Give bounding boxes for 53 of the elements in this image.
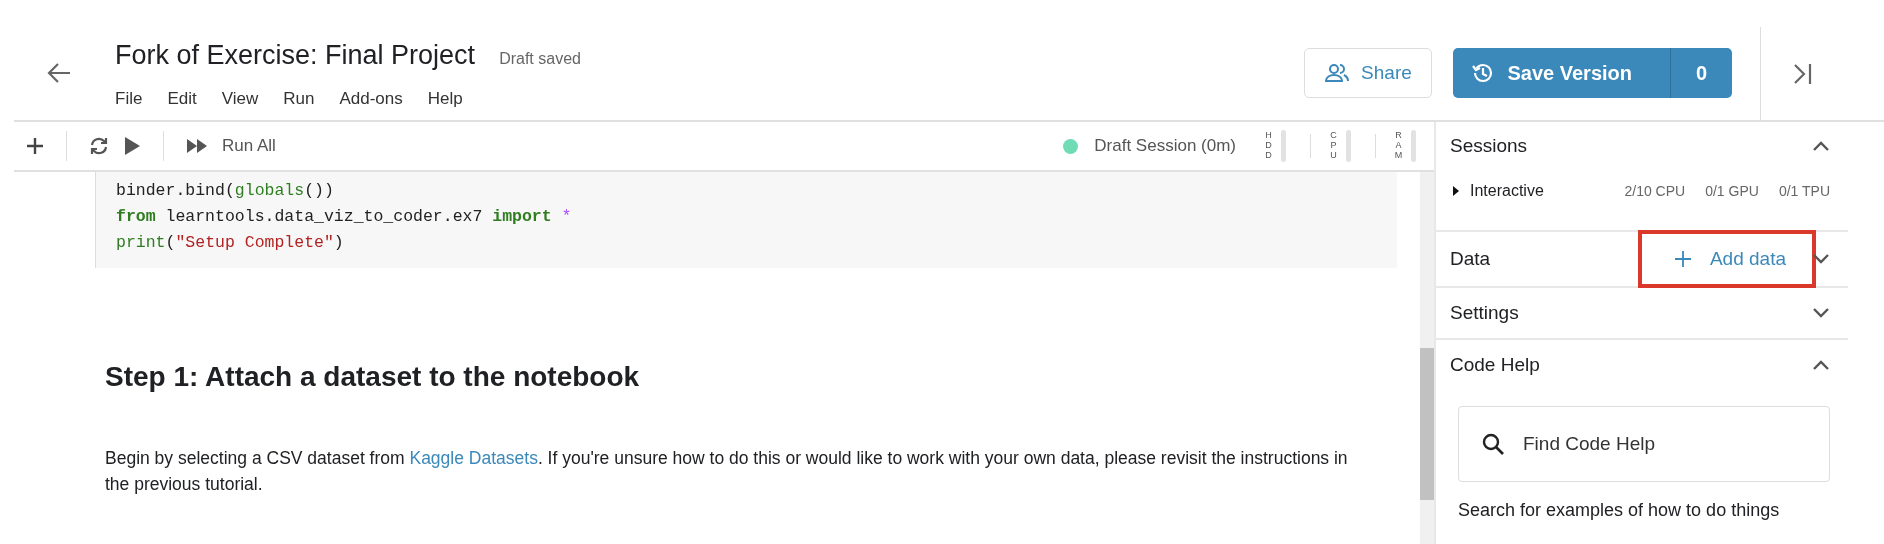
meter-bar — [1346, 130, 1351, 162]
back-arrow-icon[interactable] — [46, 62, 72, 84]
chevron-up-icon[interactable] — [1812, 359, 1830, 371]
add-data-button[interactable]: Add data — [1637, 230, 1816, 288]
save-version-label: Save Version — [1507, 61, 1632, 85]
add-cell-icon[interactable] — [26, 137, 44, 155]
panel-section-title[interactable]: Code Help — [1450, 354, 1540, 376]
version-count: 0 — [1694, 60, 1709, 86]
section-heading: Step 1: Attach a dataset to the notebook — [105, 361, 641, 393]
resource-usage: 0/1 GPU — [1705, 183, 1759, 199]
resource-usage: 2/10 CPU — [1624, 183, 1686, 199]
meter-label: CPU — [1329, 131, 1338, 161]
panel-section-title[interactable]: Data — [1450, 248, 1491, 270]
code-help-hint: Search for examples of how to do things — [1458, 500, 1781, 521]
meter-label: RAM — [1394, 131, 1403, 161]
panel-section-title[interactable]: Settings — [1450, 302, 1519, 324]
kaggle-datasets-link[interactable]: Kaggle Datasets — [409, 448, 538, 468]
session-status: Draft Session (0m) — [1094, 136, 1236, 156]
session-name[interactable]: Interactive — [1470, 182, 1544, 200]
resource-usage: 0/1 TPU — [1778, 183, 1830, 199]
expand-triangle-icon[interactable] — [1452, 185, 1460, 197]
run-all-button[interactable]: Run All — [186, 136, 276, 156]
menu-item[interactable]: View — [221, 89, 259, 109]
chevron-up-icon[interactable] — [1812, 140, 1830, 152]
instructions-paragraph: Begin by selecting a CSV dataset from Kaggle Datasets. If you're unsure how to do this or would like to work with your own data, please revisit the instructions in the previous tutorial. — [105, 447, 1349, 496]
notebook-title[interactable]: Fork of Exercise: Final Project — [115, 40, 476, 71]
meter-bar — [1411, 130, 1416, 162]
people-icon — [1325, 63, 1350, 83]
save-version-button[interactable]: Save Version 0 — [1453, 48, 1732, 98]
session-status-dot — [1063, 138, 1079, 154]
menu-item[interactable]: Help — [427, 89, 463, 109]
chevron-down-icon[interactable] — [1812, 253, 1830, 265]
collapse-panel-icon[interactable] — [1791, 62, 1814, 86]
menu-item[interactable]: Run — [283, 89, 315, 109]
panel-section-title[interactable]: Sessions — [1450, 135, 1528, 157]
code-line: from learntools.data_viz_to_coder.ex7 import * — [116, 206, 573, 228]
menu-item[interactable]: File — [115, 89, 143, 109]
fast-forward-icon — [186, 138, 208, 154]
menu-item[interactable]: Add-ons — [339, 89, 403, 109]
refresh-icon[interactable] — [89, 136, 109, 156]
save-status: Draft saved — [499, 50, 581, 68]
scrollbar[interactable] — [1420, 172, 1434, 544]
play-icon[interactable] — [123, 136, 141, 156]
chevron-down-icon[interactable] — [1812, 307, 1830, 319]
meter-bar — [1281, 130, 1286, 162]
share-button[interactable]: Share — [1304, 48, 1433, 98]
code-line: print("Setup Complete") — [116, 232, 345, 254]
meter-label: HDD — [1264, 131, 1273, 161]
code-cell[interactable]: binder.bind(globals()) from learntools.data_viz_to_coder.ex7 import * print("Setup Complete") — [95, 172, 1397, 268]
menu-item[interactable]: Edit — [167, 89, 197, 109]
plus-icon — [1673, 250, 1692, 268]
code-line: binder.bind(globals()) — [116, 180, 335, 202]
code-help-search-field[interactable]: Find Code Help — [1458, 406, 1830, 482]
